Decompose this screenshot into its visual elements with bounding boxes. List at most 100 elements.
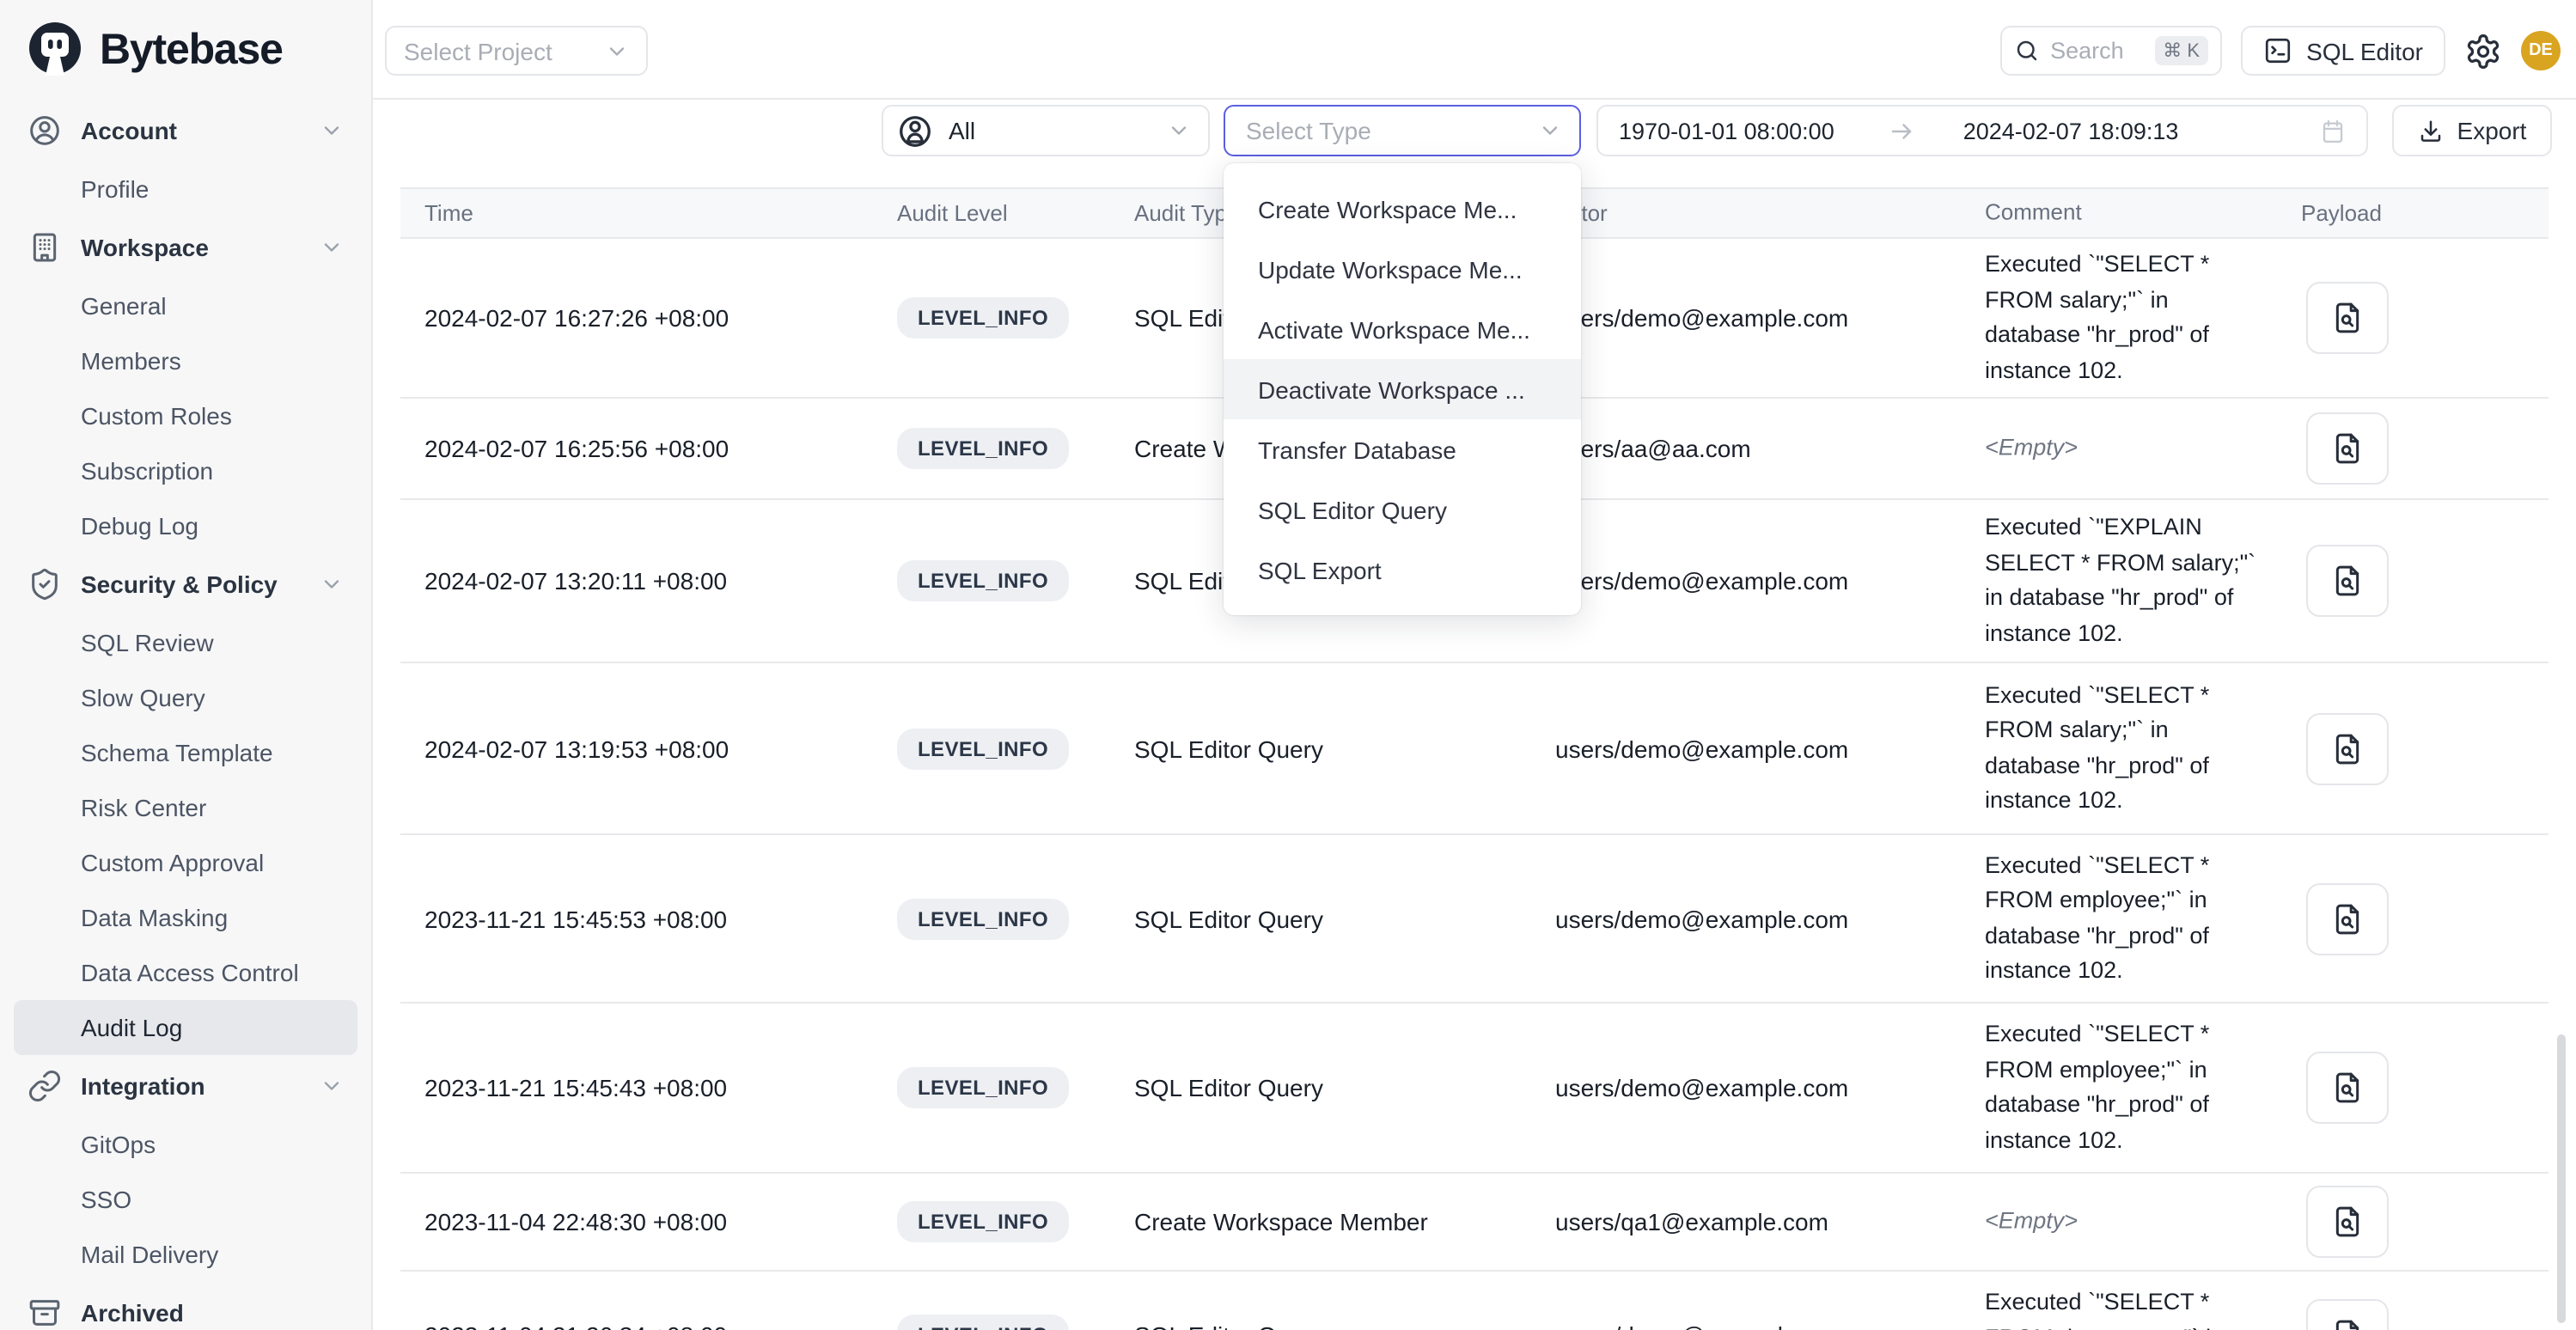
bytebase-logo-icon xyxy=(24,19,86,81)
brand-name: Bytebase xyxy=(100,25,283,75)
actor-filter-value: All xyxy=(949,117,1167,144)
cell-audit-level: LEVEL_INFO xyxy=(897,560,1069,601)
sidebar-section-archived[interactable]: Archived xyxy=(0,1282,371,1330)
calendar-icon xyxy=(2320,118,2346,143)
user-circle-icon xyxy=(27,113,62,148)
person-filter-icon xyxy=(897,113,933,149)
sidebar-item-slow-query[interactable]: Slow Query xyxy=(0,670,371,725)
cell-actor: users/qa1@example.com xyxy=(1555,1208,1828,1235)
payload-view-button[interactable] xyxy=(2306,412,2389,485)
menu-item-transfer-database[interactable]: Transfer Database xyxy=(1224,419,1581,479)
gear-icon[interactable] xyxy=(2464,32,2502,70)
table-row: 2024-02-07 13:19:53 +08:00 LEVEL_INFO SQ… xyxy=(400,663,2549,835)
level-badge: LEVEL_INFO xyxy=(897,1067,1069,1108)
sidebar-item-data-masking[interactable]: Data Masking xyxy=(0,890,371,945)
cell-actor: users/demo@example.com xyxy=(1555,567,1848,595)
sidebar: Bytebase Account Profile Workspace Gener… xyxy=(0,0,373,1330)
sidebar-item-schema-template[interactable]: Schema Template xyxy=(0,725,371,780)
search-input[interactable]: Search ⌘ K xyxy=(2000,26,2222,76)
vertical-scrollbar[interactable] xyxy=(2557,1034,2566,1323)
chevron-down-icon xyxy=(320,1074,344,1098)
sidebar-item-audit-log[interactable]: Audit Log xyxy=(14,1000,357,1055)
payload-view-button[interactable] xyxy=(2306,1299,2389,1330)
sidebar-section-workspace[interactable]: Workspace xyxy=(0,217,371,278)
cell-comment: Executed `"EXPLAIN SELECT * FROM salary;… xyxy=(1985,510,2256,651)
cell-audit-type: Create Workspace Member xyxy=(1134,1208,1428,1235)
sidebar-section-integration[interactable]: Integration xyxy=(0,1055,371,1117)
sidebar-item-subscription[interactable]: Subscription xyxy=(0,443,371,498)
column-header-audit-level: Audit Level xyxy=(897,200,1008,226)
sidebar-section-account[interactable]: Account xyxy=(0,100,371,162)
date-from-value: 1970-01-01 08:00:00 xyxy=(1619,118,1834,143)
payload-view-button[interactable] xyxy=(2306,1186,2389,1258)
column-header-comment: Comment xyxy=(1985,196,2082,231)
type-filter-select[interactable]: Select Type xyxy=(1224,105,1581,156)
cell-comment: Executed `"SELECT * FROM salary;"` in da… xyxy=(1985,678,2256,819)
sidebar-item-members[interactable]: Members xyxy=(0,333,371,388)
avatar[interactable]: DE xyxy=(2521,31,2561,70)
cell-time: 2023-11-21 15:45:53 +08:00 xyxy=(424,905,727,932)
export-button[interactable]: Export xyxy=(2392,105,2552,156)
date-range-picker[interactable]: 1970-01-01 08:00:00 2024-02-07 18:09:13 xyxy=(1596,105,2368,156)
menu-item-create-workspace-member[interactable]: Create Workspace Me... xyxy=(1224,179,1581,239)
cell-audit-type: SQL Editor Query xyxy=(1134,1074,1323,1101)
sidebar-item-custom-approval[interactable]: Custom Approval xyxy=(0,835,371,890)
payload-view-button[interactable] xyxy=(2306,282,2389,354)
sql-editor-button[interactable]: SQL Editor xyxy=(2241,26,2445,76)
sidebar-section-security-policy[interactable]: Security & Policy xyxy=(0,553,371,615)
sql-editor-label: SQL Editor xyxy=(2306,37,2423,64)
cell-time: 2024-02-07 16:27:26 +08:00 xyxy=(424,304,729,332)
level-badge: LEVEL_INFO xyxy=(897,1201,1069,1242)
level-badge: LEVEL_INFO xyxy=(897,898,1069,939)
level-badge: LEVEL_INFO xyxy=(897,428,1069,469)
payload-view-button[interactable] xyxy=(2306,545,2389,617)
type-filter-dropdown: Create Workspace Me... Update Workspace … xyxy=(1224,163,1581,615)
main-content: Select Project Search ⌘ K SQL Editor DE … xyxy=(373,0,2576,1330)
chevron-down-icon xyxy=(320,572,344,596)
cell-audit-type: SQL Editor Query xyxy=(1134,735,1323,762)
building-icon xyxy=(27,230,62,265)
cell-payload xyxy=(2306,545,2389,617)
cell-comment: Executed `"SELECT * FROM employee;"` in … xyxy=(1985,848,2256,989)
cell-actor: users/demo@example.com xyxy=(1555,1074,1848,1101)
chevron-down-icon xyxy=(320,119,344,143)
payload-view-button[interactable] xyxy=(2306,712,2389,784)
payload-view-button[interactable] xyxy=(2306,1052,2389,1124)
chevron-down-icon xyxy=(320,235,344,259)
menu-item-sql-editor-query[interactable]: SQL Editor Query xyxy=(1224,479,1581,540)
date-to-value: 2024-02-07 18:09:13 xyxy=(1963,118,2179,143)
sidebar-item-mail-delivery[interactable]: Mail Delivery xyxy=(0,1227,371,1282)
menu-item-update-workspace-member[interactable]: Update Workspace Me... xyxy=(1224,239,1581,299)
project-select[interactable]: Select Project xyxy=(385,26,648,76)
table-row: 2023-11-04 22:48:30 +08:00 LEVEL_INFO Cr… xyxy=(400,1174,2549,1272)
sidebar-item-sql-review[interactable]: SQL Review xyxy=(0,615,371,670)
cell-actor: users/demo@example.com xyxy=(1555,1321,1848,1330)
sidebar-item-profile[interactable]: Profile xyxy=(0,162,371,217)
brand-logo[interactable]: Bytebase xyxy=(0,0,371,100)
sidebar-item-data-access-control[interactable]: Data Access Control xyxy=(0,945,371,1000)
app-root: Bytebase Account Profile Workspace Gener… xyxy=(0,0,2576,1330)
sidebar-section-label: Workspace xyxy=(81,234,320,261)
menu-item-activate-workspace-member[interactable]: Activate Workspace Me... xyxy=(1224,299,1581,359)
payload-view-button[interactable] xyxy=(2306,882,2389,955)
sidebar-item-risk-center[interactable]: Risk Center xyxy=(0,780,371,835)
arrow-right-icon xyxy=(1889,118,1915,143)
sidebar-item-debug-log[interactable]: Debug Log xyxy=(0,498,371,553)
column-header-time: Time xyxy=(424,200,473,226)
file-search-icon xyxy=(2330,731,2365,766)
cell-audit-level: LEVEL_INFO xyxy=(897,1315,1069,1330)
sidebar-item-general[interactable]: General xyxy=(0,278,371,333)
sidebar-item-custom-roles[interactable]: Custom Roles xyxy=(0,388,371,443)
cell-payload xyxy=(2306,412,2389,485)
actor-filter-select[interactable]: All xyxy=(882,105,1210,156)
cell-payload xyxy=(2306,882,2389,955)
sidebar-item-sso[interactable]: SSO xyxy=(0,1172,371,1227)
cell-audit-level: LEVEL_INFO xyxy=(897,898,1069,939)
topbar-actions: Search ⌘ K SQL Editor DE xyxy=(2000,26,2561,76)
menu-item-sql-export[interactable]: SQL Export xyxy=(1224,540,1581,600)
cell-time: 2023-11-21 15:45:43 +08:00 xyxy=(424,1074,727,1101)
sidebar-item-gitops[interactable]: GitOps xyxy=(0,1117,371,1172)
file-search-icon xyxy=(2330,1071,2365,1105)
archive-icon xyxy=(27,1296,62,1330)
menu-item-deactivate-workspace-member[interactable]: Deactivate Workspace ... xyxy=(1224,359,1581,419)
